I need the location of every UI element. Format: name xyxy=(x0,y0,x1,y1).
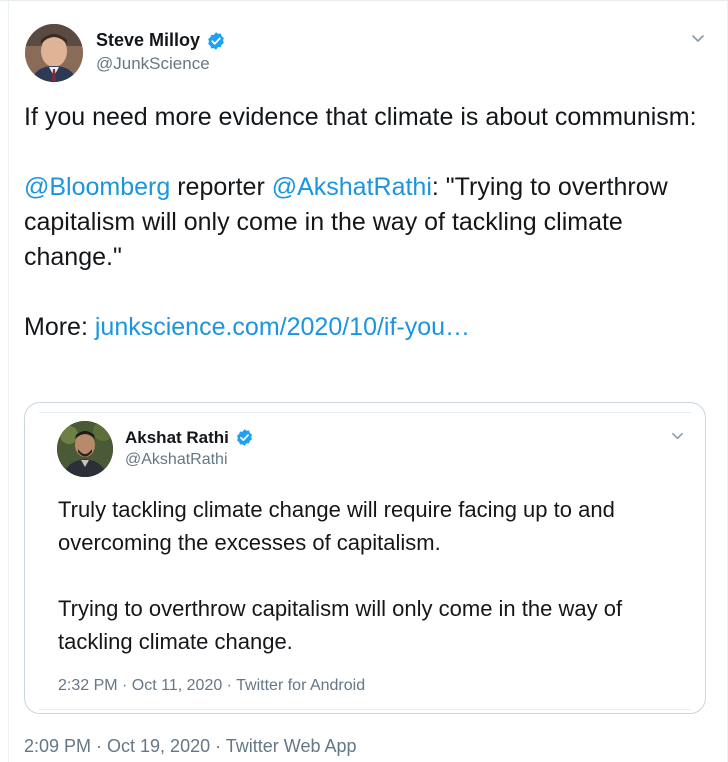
top-divider xyxy=(0,0,728,1)
quoted-tweet-card[interactable]: Akshat Rathi @AkshatRathi Truly tackling… xyxy=(24,402,706,714)
more-label: More: xyxy=(24,313,95,341)
tweet-paragraph-2: @Bloomberg reporter @AkshatRathi: "Tryin… xyxy=(24,170,714,275)
quoted-tweet-text: Truly tackling climate change will requi… xyxy=(58,493,688,658)
quoted-timestamp[interactable]: 2:32 PM · Oct 11, 2020 · Twitter for And… xyxy=(58,677,365,695)
author-handle[interactable]: @JunkScience xyxy=(96,54,210,74)
quoted-author-handle[interactable]: @AkshatRathi xyxy=(125,451,228,469)
author-name-row: Steve Milloy xyxy=(96,30,226,51)
author-name[interactable]: Steve Milloy xyxy=(96,30,200,51)
tweet-text-reporter: reporter xyxy=(170,173,272,201)
quoted-bottom-divider xyxy=(39,709,691,710)
verified-badge-icon xyxy=(235,428,255,448)
quoted-author-avatar[interactable] xyxy=(57,421,113,477)
quoted-paragraph-2: Trying to overthrow capitalism will only… xyxy=(58,596,623,654)
quoted-author-name-row: Akshat Rathi xyxy=(125,428,255,448)
tweet-paragraph-1: If you need more evidence that climate i… xyxy=(24,103,697,131)
author-avatar[interactable] xyxy=(25,24,83,82)
quoted-author-name[interactable]: Akshat Rathi xyxy=(125,428,229,448)
quoted-top-divider xyxy=(39,412,691,413)
tweet-timestamp[interactable]: 2:09 PM · Oct 19, 2020 · Twitter Web App xyxy=(24,736,357,757)
mention-bloomberg-link[interactable]: @Bloomberg xyxy=(24,173,170,201)
chevron-down-icon[interactable] xyxy=(670,428,685,443)
more-link[interactable]: junkscience.com/2020/10/if-you… xyxy=(95,313,470,341)
tweet-text: If you need more evidence that climate i… xyxy=(24,100,714,345)
tweet-paragraph-3: More: junkscience.com/2020/10/if-you… xyxy=(24,310,714,345)
verified-badge-icon xyxy=(206,31,226,51)
quoted-paragraph-1: Truly tackling climate change will requi… xyxy=(58,497,615,555)
mention-akshat-link[interactable]: @AkshatRathi xyxy=(272,173,432,201)
left-border xyxy=(8,0,9,762)
chevron-down-icon[interactable] xyxy=(690,30,706,46)
